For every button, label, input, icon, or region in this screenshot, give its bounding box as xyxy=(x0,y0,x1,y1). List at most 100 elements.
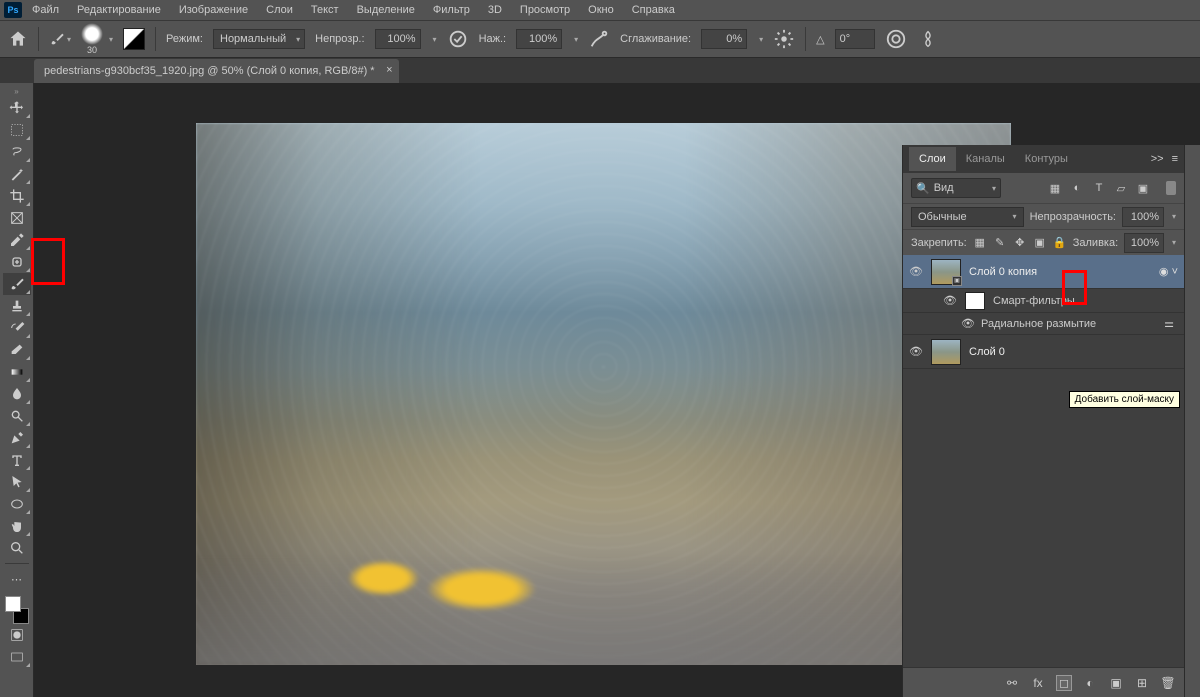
filter-type-icon[interactable]: T xyxy=(1092,181,1106,195)
lock-artboard-icon[interactable]: ▣ xyxy=(1033,236,1047,249)
layer-filter-select[interactable]: 🔍 Вид ▾ xyxy=(911,178,1001,198)
document-canvas[interactable] xyxy=(196,123,1011,665)
angle-symbol: △ xyxy=(816,33,824,46)
menu-3d[interactable]: 3D xyxy=(480,2,510,18)
angle-input[interactable]: 0° xyxy=(835,29,875,49)
blend-mode-select[interactable]: Нормальный▾ xyxy=(213,29,305,49)
color-swatches[interactable] xyxy=(3,596,31,624)
document-tab[interactable]: pedestrians-g930bcf35_1920.jpg @ 50% (Сл… xyxy=(34,59,399,83)
stamp-tool[interactable] xyxy=(3,295,31,317)
screenmode-icon[interactable] xyxy=(3,646,31,668)
airbrush-icon[interactable] xyxy=(588,28,610,50)
new-layer-icon[interactable]: ⊞ xyxy=(1134,675,1150,691)
menu-text[interactable]: Текст xyxy=(303,2,347,18)
visibility-icon[interactable]: 👁 xyxy=(961,317,975,330)
lock-transparent-icon[interactable]: ▦ xyxy=(973,236,987,249)
new-group-icon[interactable]: ▣ xyxy=(1108,675,1124,691)
blend-mode-select[interactable]: Обычные▾ xyxy=(911,207,1024,227)
edit-toolbar-icon[interactable]: ⋯ xyxy=(3,568,31,590)
close-tab-icon[interactable]: × xyxy=(386,64,392,76)
brush-size-preview[interactable]: 30 ▾ xyxy=(81,23,113,55)
layer-row[interactable]: 👁 ▣ Слой 0 копия ◉ ˅ xyxy=(903,255,1184,289)
brush-tool[interactable] xyxy=(3,273,31,295)
layer-thumbnail[interactable] xyxy=(931,339,961,365)
menu-help[interactable]: Справка xyxy=(624,2,683,18)
menu-select[interactable]: Выделение xyxy=(349,2,423,18)
adjustment-layer-icon[interactable]: ◐ xyxy=(1082,675,1098,691)
crop-tool[interactable] xyxy=(3,185,31,207)
gradient-tool[interactable] xyxy=(3,361,31,383)
zoom-tool[interactable] xyxy=(3,537,31,559)
smart-filters-row[interactable]: 👁 Смарт-фильтры xyxy=(903,289,1184,313)
visibility-icon[interactable]: 👁 xyxy=(909,265,923,278)
menu-filter[interactable]: Фильтр xyxy=(425,2,478,18)
collapsed-panels-strip[interactable] xyxy=(1184,145,1200,697)
symmetry-icon[interactable] xyxy=(917,28,939,50)
dodge-tool[interactable] xyxy=(3,405,31,427)
tab-channels[interactable]: Каналы xyxy=(956,147,1015,171)
layer-name[interactable]: Слой 0 xyxy=(969,346,1178,358)
add-mask-icon[interactable]: ◻ xyxy=(1056,675,1072,691)
quickmask-icon[interactable] xyxy=(3,624,31,646)
layer-thumbnail[interactable]: ▣ xyxy=(931,259,961,285)
magic-wand-tool[interactable] xyxy=(3,163,31,185)
blur-tool[interactable] xyxy=(3,383,31,405)
smoothing-options-icon[interactable] xyxy=(773,28,795,50)
frame-tool[interactable] xyxy=(3,207,31,229)
layer-row[interactable]: 👁 Слой 0 xyxy=(903,335,1184,369)
move-tool[interactable] xyxy=(3,97,31,119)
path-select-tool[interactable] xyxy=(3,471,31,493)
smoothing-input[interactable]: 0% xyxy=(701,29,747,49)
menu-image[interactable]: Изображение xyxy=(171,2,256,18)
pressure-size-icon[interactable] xyxy=(885,28,907,50)
filter-blend-icon[interactable]: ⚌ xyxy=(1164,317,1174,330)
layer-opacity-input[interactable]: 100% xyxy=(1122,207,1164,227)
lock-all-icon[interactable]: 🔒 xyxy=(1053,236,1067,249)
menu-file[interactable]: Файл xyxy=(24,2,67,18)
filter-toggle[interactable] xyxy=(1166,181,1176,195)
opacity-input[interactable]: 100% xyxy=(375,29,421,49)
menu-layers[interactable]: Слои xyxy=(258,2,301,18)
panel-menu-icon[interactable]: ≡ xyxy=(1172,153,1178,165)
panel-expand-icon[interactable]: >> xyxy=(1151,153,1164,165)
tab-layers[interactable]: Слои xyxy=(909,147,956,171)
smart-filters-toggle-icon[interactable]: ◉ ˅ xyxy=(1159,265,1178,278)
visibility-icon[interactable]: 👁 xyxy=(909,345,923,358)
marquee-tool[interactable] xyxy=(3,119,31,141)
lock-position-icon[interactable]: ✥ xyxy=(1013,236,1027,249)
pressure-opacity-icon[interactable] xyxy=(447,28,469,50)
filter-adjust-icon[interactable]: ◐ xyxy=(1070,181,1084,195)
menu-window[interactable]: Окно xyxy=(580,2,622,18)
flow-label: Наж.: xyxy=(479,33,507,45)
menu-view[interactable]: Просмотр xyxy=(512,2,578,18)
layer-name[interactable]: Слой 0 копия xyxy=(969,266,1151,278)
healing-tool[interactable] xyxy=(3,251,31,273)
fill-input[interactable]: 100% xyxy=(1124,233,1164,253)
eyedropper-tool[interactable] xyxy=(3,229,31,251)
tooltip: Добавить слой-маску xyxy=(1069,391,1180,408)
layer-fx-icon[interactable]: fx xyxy=(1030,675,1046,691)
type-tool[interactable] xyxy=(3,449,31,471)
lock-pixels-icon[interactable]: ✎ xyxy=(993,236,1007,249)
link-layers-icon[interactable]: ⚯ xyxy=(1004,675,1020,691)
filter-shape-icon[interactable]: ▱ xyxy=(1114,181,1128,195)
foreground-color[interactable] xyxy=(5,596,21,612)
shape-tool[interactable] xyxy=(3,493,31,515)
home-icon[interactable] xyxy=(8,29,28,49)
lasso-tool[interactable] xyxy=(3,141,31,163)
filter-mask-thumbnail[interactable] xyxy=(965,292,985,310)
eraser-tool[interactable] xyxy=(3,339,31,361)
tab-paths[interactable]: Контуры xyxy=(1015,147,1078,171)
flow-input[interactable]: 100% xyxy=(516,29,562,49)
filter-pixel-icon[interactable]: ▦ xyxy=(1048,181,1062,195)
visibility-icon[interactable]: 👁 xyxy=(943,294,957,307)
history-brush-tool[interactable] xyxy=(3,317,31,339)
brush-panel-icon[interactable] xyxy=(123,28,145,50)
brush-tool-icon[interactable]: ▾ xyxy=(49,28,71,50)
pen-tool[interactable] xyxy=(3,427,31,449)
menu-edit[interactable]: Редактирование xyxy=(69,2,169,18)
hand-tool[interactable] xyxy=(3,515,31,537)
filter-row[interactable]: 👁 Радиальное размытие ⚌ xyxy=(903,313,1184,335)
delete-layer-icon[interactable]: 🗑 xyxy=(1160,675,1176,691)
filter-smart-icon[interactable]: ▣ xyxy=(1136,181,1150,195)
